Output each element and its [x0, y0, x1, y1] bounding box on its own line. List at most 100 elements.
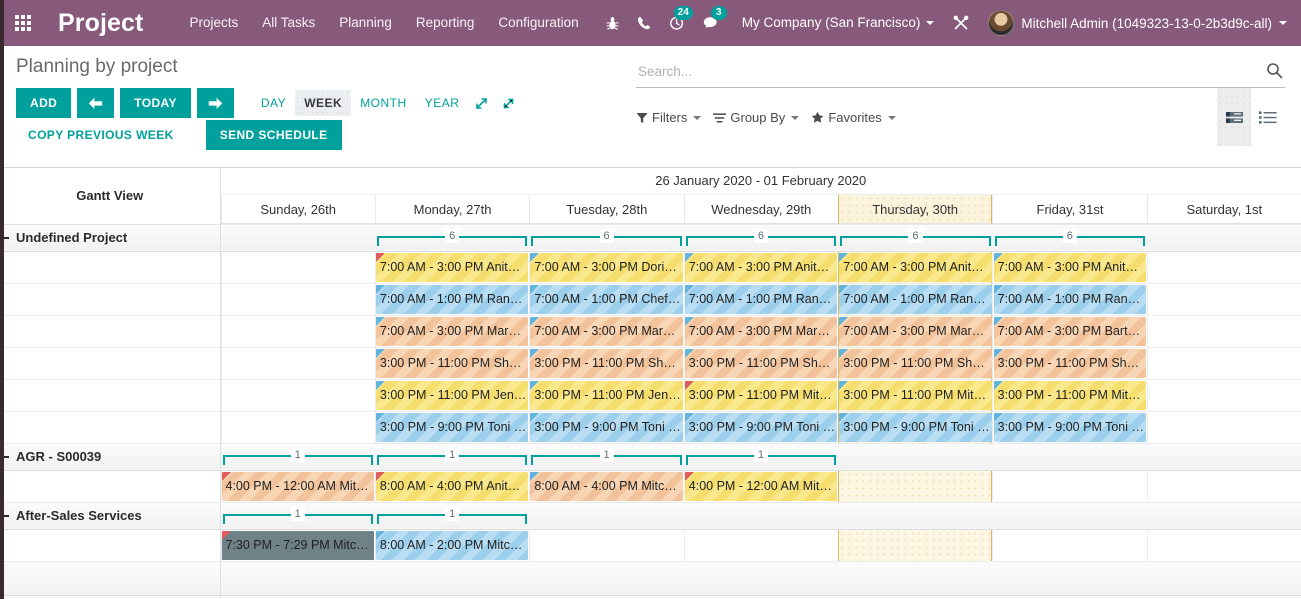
planning-slot[interactable]: 3:00 PM - 11:00 PM Shar...	[993, 348, 1147, 378]
planning-slot[interactable]: 4:00 PM - 12:00 AM Mitc...	[684, 471, 838, 501]
planning-slot[interactable]: 4:00 PM - 12:00 AM Mitc...	[221, 471, 374, 501]
collapse-arrows-icon[interactable]	[495, 92, 522, 115]
planning-slot[interactable]: 3:00 PM - 11:00 PM Shar...	[375, 348, 529, 378]
scale-month-button[interactable]: MONTH	[351, 90, 416, 116]
day-column-6[interactable]	[1146, 315, 1301, 347]
planning-slot[interactable]: 3:00 PM - 11:00 PM Mitc...	[839, 380, 992, 410]
menu-item-planning[interactable]: Planning	[327, 0, 404, 46]
planning-slot[interactable]: 7:30 PM - 7:29 PM Mitch...	[221, 530, 374, 560]
planning-slot[interactable]: 7:00 AM - 1:00 PM Rand...	[839, 284, 992, 314]
day-column-4[interactable]	[837, 470, 993, 502]
day-column-5[interactable]	[992, 529, 1146, 561]
planning-slot[interactable]: 7:00 AM - 1:00 PM Rand...	[375, 284, 529, 314]
planning-slot[interactable]: 7:00 AM - 3:00 PM Anita ...	[993, 252, 1147, 282]
day-column-0[interactable]	[220, 251, 375, 283]
menu-item-all-tasks[interactable]: All Tasks	[250, 0, 327, 46]
day-column-6[interactable]	[1146, 251, 1301, 283]
scale-week-button[interactable]: WEEK	[295, 90, 352, 116]
app-brand-title[interactable]: Project	[46, 0, 157, 46]
search-icon[interactable]	[1266, 62, 1283, 79]
search-input[interactable]	[636, 62, 1285, 83]
scale-year-button[interactable]: YEAR	[416, 90, 469, 116]
day-column-6[interactable]	[1146, 379, 1301, 411]
day-column-0[interactable]	[220, 347, 375, 379]
planning-slot[interactable]: 3:00 PM - 9:00 PM Toni J...	[684, 412, 838, 442]
activity-clock-icon[interactable]: 24	[660, 0, 694, 46]
planning-slot[interactable]: 7:00 AM - 3:00 PM Marc ...	[375, 316, 529, 346]
planning-slot[interactable]: 3:00 PM - 11:00 PM Shar...	[684, 348, 838, 378]
day-header-1[interactable]: Monday, 27th	[374, 194, 530, 224]
day-header-5[interactable]: Friday, 31st	[992, 194, 1147, 224]
list-view-button[interactable]	[1251, 88, 1285, 146]
day-column-0[interactable]	[220, 411, 375, 443]
previous-period-button[interactable]	[77, 88, 115, 118]
planning-slot[interactable]: 3:00 PM - 9:00 PM Toni J...	[530, 412, 683, 442]
day-header-2[interactable]: Tuesday, 28th	[529, 194, 684, 224]
planning-slot[interactable]: 3:00 PM - 9:00 PM Toni J...	[839, 412, 992, 442]
planning-slot[interactable]: 7:00 AM - 3:00 PM Marc ...	[684, 316, 838, 346]
planning-slot[interactable]: 7:00 AM - 1:00 PM Rand...	[993, 284, 1147, 314]
day-column-4[interactable]	[837, 529, 993, 561]
day-column-0[interactable]	[220, 283, 375, 315]
group-toggle-0[interactable]: Undefined Project	[0, 223, 221, 252]
planning-slot[interactable]: 8:00 AM - 4:00 PM Anita ...	[375, 471, 529, 501]
day-column-0[interactable]	[220, 315, 375, 347]
day-column-5[interactable]	[992, 470, 1146, 502]
day-header-3[interactable]: Wednesday, 29th	[683, 194, 838, 224]
tools-wrench-icon[interactable]	[944, 0, 978, 46]
send-schedule-button[interactable]: SEND SCHEDULE	[205, 120, 342, 150]
day-column-6[interactable]	[1146, 411, 1301, 443]
company-selector[interactable]: My Company (San Francisco)	[728, 0, 945, 46]
planning-slot[interactable]: 3:00 PM - 11:00 PM Jenn...	[530, 380, 683, 410]
day-header-6[interactable]: Saturday, 1st	[1146, 194, 1301, 224]
group-toggle-2[interactable]: After-Sales Services	[0, 501, 221, 530]
menu-item-projects[interactable]: Projects	[177, 0, 250, 46]
menu-item-reporting[interactable]: Reporting	[404, 0, 487, 46]
group-toggle-1[interactable]: AGR - S00039	[0, 442, 221, 471]
today-button[interactable]: TODAY	[120, 88, 191, 118]
favorites-dropdown[interactable]: Favorites	[811, 108, 907, 127]
planning-slot[interactable]: 7:00 AM - 3:00 PM Anita ...	[839, 252, 992, 282]
planning-slot[interactable]: 3:00 PM - 9:00 PM Toni J...	[993, 412, 1147, 442]
planning-slot[interactable]: 3:00 PM - 11:00 PM Mitc...	[993, 380, 1147, 410]
group-by-dropdown[interactable]: Group By	[713, 108, 811, 127]
planning-slot[interactable]: 7:00 AM - 3:00 PM Marc ...	[839, 316, 992, 346]
planning-slot[interactable]: 7:00 AM - 1:00 PM Chef ...	[530, 284, 683, 314]
add-button[interactable]: ADD	[16, 88, 72, 118]
apps-grid-icon[interactable]	[0, 0, 46, 46]
day-column-6[interactable]	[1146, 347, 1301, 379]
planning-slot[interactable]: 3:00 PM - 11:00 PM Jenn...	[375, 380, 529, 410]
planning-slot[interactable]: 7:00 AM - 3:00 PM Anita ...	[684, 252, 838, 282]
gantt-view-button[interactable]	[1217, 88, 1251, 146]
planning-slot[interactable]: 3:00 PM - 11:00 PM Mitc...	[684, 380, 838, 410]
planning-slot[interactable]: 3:00 PM - 9:00 PM Toni J...	[375, 412, 529, 442]
planning-slot[interactable]: 7:00 AM - 3:00 PM Barte...	[993, 316, 1147, 346]
planning-slot[interactable]: 3:00 PM - 11:00 PM Shar...	[839, 348, 992, 378]
user-menu[interactable]: Mitchell Admin (1049323-13-0-2b3d9c-all)	[978, 10, 1293, 36]
planning-slot[interactable]: 7:00 AM - 3:00 PM Doris ...	[530, 252, 683, 282]
day-column-2[interactable]	[529, 529, 683, 561]
planning-slot[interactable]: 7:00 AM - 1:00 PM Rand...	[684, 284, 838, 314]
day-column-6[interactable]	[1146, 470, 1301, 502]
planning-slot[interactable]: 3:00 PM - 11:00 PM Shar...	[530, 348, 683, 378]
expand-arrows-icon[interactable]	[468, 92, 495, 115]
bug-icon[interactable]	[597, 0, 628, 46]
day-column-0[interactable]	[220, 379, 375, 411]
day-column-3[interactable]	[683, 529, 838, 561]
menu-item-configuration[interactable]: Configuration	[486, 0, 590, 46]
day-column-6[interactable]	[1146, 529, 1301, 561]
planning-slot[interactable]: 7:00 AM - 3:00 PM Marc ...	[530, 316, 683, 346]
planning-slot[interactable]: 8:00 AM - 2:00 PM Mitch...	[375, 530, 529, 560]
next-period-button[interactable]	[196, 88, 234, 118]
planning-slot[interactable]: 8:00 AM - 4:00 PM Mitch...	[530, 471, 683, 501]
filters-dropdown[interactable]: Filters	[636, 108, 713, 127]
phone-icon[interactable]	[628, 0, 660, 46]
slot-corner-marker	[375, 530, 385, 540]
messages-icon[interactable]: 3	[694, 0, 728, 46]
scale-day-button[interactable]: DAY	[252, 90, 295, 116]
planning-slot[interactable]: 7:00 AM - 3:00 PM Anita ...	[375, 252, 529, 282]
day-column-6[interactable]	[1146, 283, 1301, 315]
day-header-4[interactable]: Thursday, 30th	[837, 194, 993, 224]
copy-previous-week-button[interactable]: COPY PREVIOUS WEEK	[16, 120, 184, 150]
day-header-0[interactable]: Sunday, 26th	[220, 194, 375, 224]
